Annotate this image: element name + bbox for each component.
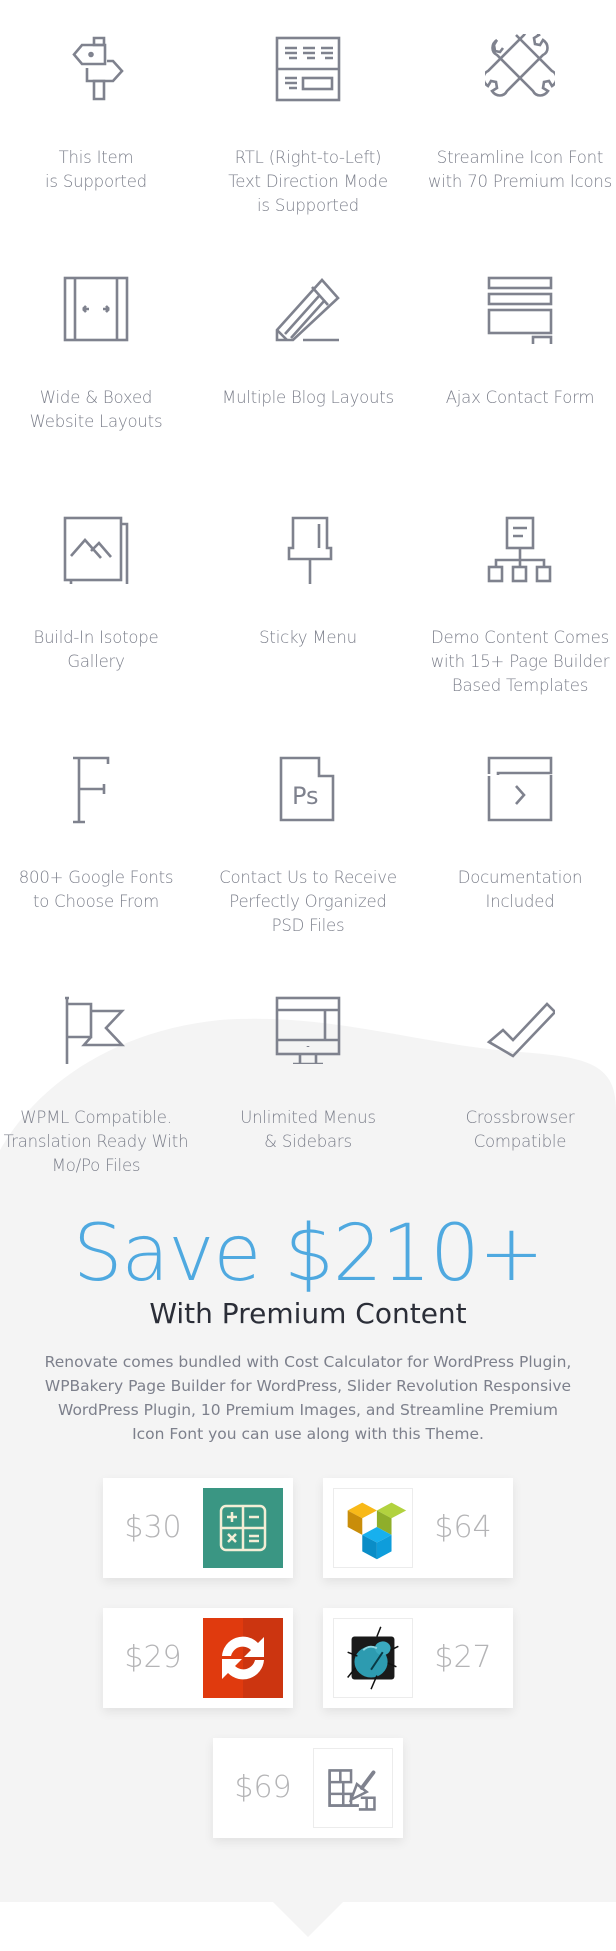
bundle-price: $29 [124, 1640, 182, 1675]
feature-item: 800+ Google Fonts to Choose From [0, 754, 202, 914]
feature-item: Crossbrowser Compatible [414, 994, 616, 1154]
gallery-icon [61, 514, 131, 588]
wide-boxed-icon [61, 274, 131, 344]
bundle-price: $69 [234, 1770, 292, 1805]
feature-label: Text Direction Mode [228, 172, 388, 191]
scarab-bug-icon [333, 1618, 413, 1698]
feature-label: Documentation [457, 868, 583, 887]
psd-glyph: Ps [292, 782, 319, 810]
psd-file-icon: Ps [273, 754, 343, 824]
pin-icon [273, 514, 343, 587]
feature-label: Multiple Blog Layouts [222, 388, 394, 407]
feature-item: Build-In Isotope Gallery [0, 514, 202, 674]
feature-item: RTL (Right-to-Left) Text Direction Mode is… [202, 34, 414, 218]
feature-label: Contact Us to Receive [219, 868, 397, 887]
pencil-icon [273, 274, 343, 344]
flag-icon [61, 994, 131, 1064]
feature-label: is Supported [257, 196, 359, 215]
sitemap-icon [485, 514, 555, 584]
feature-label: RTL (Right-to-Left) [234, 148, 382, 167]
feature-item: Unlimited Menus & Sidebars [202, 994, 414, 1154]
feature-label: PSD Files [271, 916, 345, 935]
feature-label: 800+ Google Fonts [18, 868, 174, 887]
bundle-card-slider-revolution[interactable]: $29 [103, 1608, 293, 1708]
bundle-card-renovate-images[interactable]: $69 [213, 1738, 403, 1838]
font-icon [61, 754, 131, 824]
feature-item: Ajax Contact Form [414, 274, 616, 410]
feature-label: Based Templates [451, 676, 589, 695]
feature-label: Ajax Contact Form [445, 388, 595, 407]
feature-label: Sticky Menu [259, 628, 357, 647]
feature-label: Website Layouts [29, 412, 163, 431]
feature-label: & Sidebars [264, 1132, 352, 1151]
promo-title: Save $210+ [72, 1209, 544, 1299]
feature-item: Sticky Menu [202, 514, 414, 650]
feature-label: is Supported [45, 172, 147, 191]
bundle-price: $27 [434, 1640, 492, 1675]
bundle-card-bug-plugin[interactable]: $27 [323, 1608, 513, 1708]
feature-label: Perfectly Organized [229, 892, 387, 911]
wrenches-icon [482, 29, 558, 104]
calculator-icon [203, 1488, 283, 1568]
feature-label: to Choose From [32, 892, 160, 911]
refresh-arrows-icon [203, 1618, 283, 1698]
feature-label: Demo Content Comes [431, 628, 609, 647]
checkmark-icon [485, 994, 557, 1064]
feature-label: WPML Compatible. [20, 1108, 172, 1127]
feature-item: Demo Content Comes with 15+ Page Builder B… [414, 514, 616, 698]
bundle-card-wpbakery[interactable]: $64 [323, 1478, 513, 1578]
feature-item: WPML Compatible. Translation Ready With Mo… [0, 994, 202, 1178]
rtl-layout-icon [273, 34, 343, 104]
feature-item: This Item is Supported [0, 34, 202, 194]
bundle-price: $64 [434, 1510, 492, 1545]
feature-label: Compatible [473, 1132, 567, 1151]
feature-label: Included [485, 892, 555, 911]
promo-subtitle: With Premium Content [149, 1297, 467, 1330]
feature-label: Translation Ready With [3, 1132, 189, 1151]
documentation-icon [485, 754, 555, 824]
feature-item: Multiple Blog Layouts [202, 274, 414, 410]
feature-label: Wide & Boxed [39, 388, 153, 407]
feature-item: Streamline Icon Font with 70 Premium Icon… [414, 29, 616, 194]
feature-label: Build-In Isotope [33, 628, 159, 647]
feature-label: Mo/Po Files [51, 1156, 141, 1175]
signpost-icon [61, 34, 131, 104]
bundle-price: $30 [124, 1510, 182, 1545]
feature-item: Ps Contact Us to Receive Perfectly Organi… [202, 754, 414, 938]
feature-item: Documentation Included [414, 754, 616, 914]
visual-composer-logo-icon [333, 1488, 413, 1568]
feature-label: This Item [58, 148, 134, 167]
feature-label: with 15+ Page Builder [430, 652, 610, 671]
bundle-card-cost-calculator[interactable]: $30 [103, 1478, 293, 1578]
monitor-icon [273, 994, 343, 1066]
feature-label: Crossbrowser [465, 1108, 575, 1127]
promo-description: Renovate comes bundled with Cost Calcula… [44, 1353, 572, 1443]
contact-form-icon [485, 274, 555, 348]
feature-label: with 70 Premium Icons [427, 172, 613, 191]
feature-item: Wide & Boxed Website Layouts [0, 274, 202, 434]
feature-label: Gallery [67, 652, 125, 671]
feature-label: Streamline Icon Font [436, 148, 604, 167]
feature-label: Unlimited Menus [240, 1108, 376, 1127]
brick-trowel-icon [313, 1748, 393, 1828]
